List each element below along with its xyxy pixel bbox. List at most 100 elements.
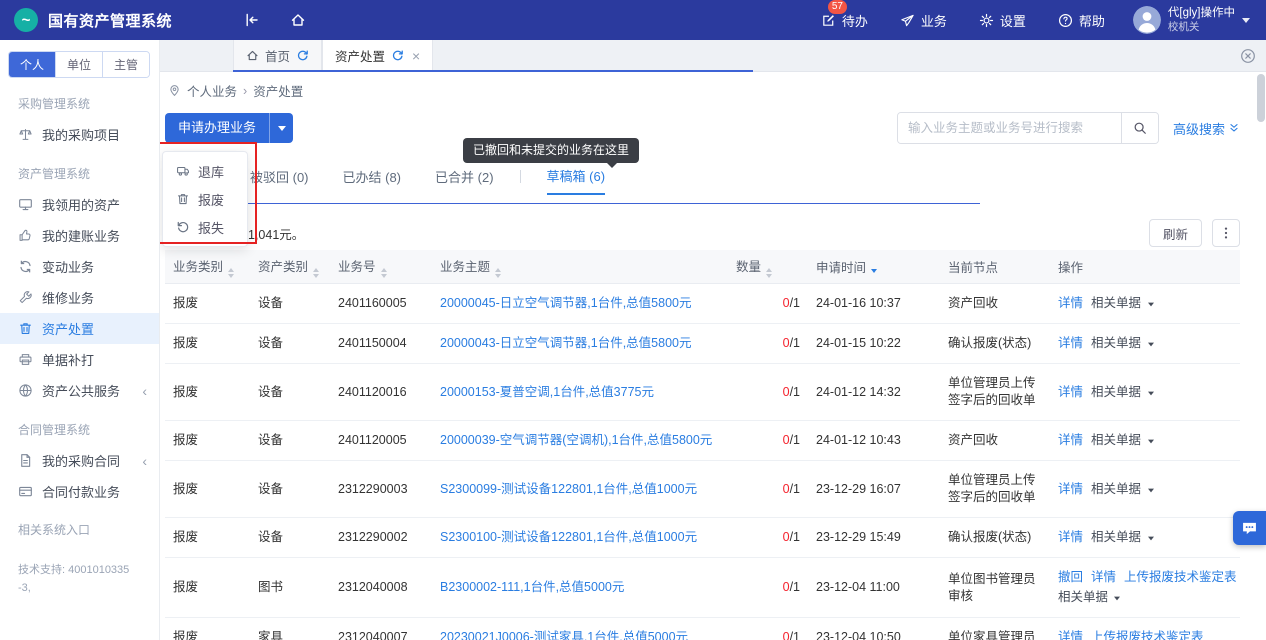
table-row[interactable]: 报废 家具 2312040007 20230021J0006-测试家具,1台件,总值5… — [165, 617, 1240, 640]
sort-icon[interactable] — [228, 267, 235, 278]
caret-down-icon — [1147, 302, 1154, 307]
subject-link[interactable]: 20000039-空气调节器(空调机),1台件,总值5800元 — [440, 433, 712, 447]
chat-button[interactable] — [1233, 511, 1266, 545]
close-all-tabs-icon[interactable] — [1240, 48, 1256, 64]
related-docs-menu[interactable]: 相关单据 — [1058, 590, 1121, 604]
filter-tab-drafts[interactable]: 草稿箱 (6) — [546, 166, 606, 195]
related-docs-menu[interactable]: 相关单据 — [1091, 336, 1154, 350]
sort-icon[interactable] — [380, 267, 387, 278]
scrollbar-thumb[interactable] — [1257, 74, 1265, 122]
cell-apply-time: 24-01-15 10:22 — [808, 323, 940, 364]
action-link[interactable]: 详情 — [1058, 433, 1083, 447]
action-link[interactable]: 详情 — [1058, 630, 1083, 640]
cell-apply-time: 23-12-29 15:49 — [808, 517, 940, 558]
sort-icon[interactable] — [766, 267, 773, 278]
sidebar-item-my-received-assets[interactable]: 我领用的资产 — [0, 189, 159, 220]
header-settings[interactable]: 设置 — [979, 11, 1026, 30]
related-docs-menu[interactable]: 相关单据 — [1091, 530, 1154, 544]
cell-biz-no: 2401120016 — [330, 363, 432, 421]
role-tab-personal[interactable]: 个人 — [9, 52, 56, 77]
page-tab-asset-disposal[interactable]: 资产处置 × — [322, 40, 434, 71]
sidebar-item-contract-payment[interactable]: 合同付款业务 — [0, 476, 159, 507]
subject-link[interactable]: S2300100-测试设备122801,1台件,总值1000元 — [440, 530, 697, 544]
sidebar-item-my-account-business[interactable]: 我的建账业务 — [0, 220, 159, 251]
table-row[interactable]: 报废 设备 2312290002 S2300100-测试设备122801,1台件,总值… — [165, 517, 1240, 558]
column-header-col-biz-no[interactable]: 业务号 — [330, 250, 432, 284]
menu-item-return-storage[interactable]: 退库 — [163, 157, 247, 185]
sidebar-item-asset-disposal[interactable]: 资产处置 — [0, 313, 159, 344]
sidebar-item-change-business[interactable]: 变动业务 — [0, 251, 159, 282]
header-help[interactable]: 帮助 — [1058, 11, 1105, 30]
sidebar-item-asset-public-service[interactable]: 资产公共服务 ‹ — [0, 375, 159, 406]
scrollbar[interactable] — [1257, 74, 1265, 637]
related-docs-menu[interactable]: 相关单据 — [1091, 385, 1154, 399]
menu-item-report-loss[interactable]: 报失 — [163, 213, 247, 241]
table-row[interactable]: 报废 设备 2401120005 20000039-空气调节器(空调机),1台件,总值… — [165, 420, 1240, 461]
subject-link[interactable]: 20230021J0006-测试家具,1台件,总值5000元 — [440, 630, 688, 640]
more-options-button[interactable] — [1212, 219, 1240, 247]
column-header-col-category[interactable]: 业务类别 — [165, 250, 250, 284]
related-docs-menu[interactable]: 相关单据 — [1091, 296, 1154, 310]
action-link[interactable]: 详情 — [1058, 530, 1083, 544]
apply-business-caret[interactable] — [269, 113, 293, 143]
action-link[interactable]: 详情 — [1091, 570, 1116, 584]
sort-icon[interactable] — [313, 267, 320, 278]
sidebar-item-my-procurement-projects[interactable]: 我的采购项目 — [0, 119, 159, 150]
breadcrumb-item-current: 资产处置 — [253, 85, 304, 99]
user-menu[interactable]: 代[gly]操作中 校机关 — [1132, 6, 1250, 34]
column-header-col-subject[interactable]: 业务主题 — [432, 250, 728, 284]
page-tab-home[interactable]: 首页 — [233, 40, 323, 71]
search-button[interactable] — [1120, 113, 1158, 143]
filter-tab-rejected[interactable]: 被驳回 (0) — [250, 167, 309, 194]
action-link[interactable]: 详情 — [1058, 482, 1083, 496]
sidebar-item-receipt-reprint[interactable]: 单据补打 — [0, 344, 159, 375]
related-docs-menu[interactable]: 相关单据 — [1091, 482, 1154, 496]
monitor-icon — [18, 197, 33, 212]
refresh-button[interactable]: 刷新 — [1148, 219, 1202, 247]
action-link[interactable]: 详情 — [1058, 385, 1083, 399]
close-tab-icon[interactable]: × — [412, 49, 420, 63]
advanced-search-link[interactable]: 高级搜索 — [1173, 119, 1240, 138]
breadcrumb-item[interactable]: 个人业务 — [187, 81, 237, 100]
role-tab-supervisor[interactable]: 主管 — [102, 52, 150, 77]
column-header-col-qty[interactable]: 数量 — [728, 250, 808, 284]
sidebar-item-my-procurement-contracts[interactable]: 我的采购合同 ‹ — [0, 445, 159, 476]
cell-actions: 详情 相关单据 — [1050, 420, 1240, 461]
action-link[interactable]: 详情 — [1058, 336, 1083, 350]
subject-link[interactable]: B2300002-111,1台件,总值5000元 — [440, 580, 624, 594]
cell-apply-time: 23-12-04 10:50 — [808, 617, 940, 640]
subject-link[interactable]: S2300099-测试设备122801,1台件,总值1000元 — [440, 482, 697, 496]
apply-business-button[interactable]: 申请办理业务 — [165, 113, 294, 143]
subject-link[interactable]: 20000045-日立空气调节器,1台件,总值5800元 — [440, 296, 691, 310]
table-row[interactable]: 报废 设备 2401150004 20000043-日立空气调节器,1台件,总值580… — [165, 323, 1240, 364]
cell-current-node: 资产回收 — [940, 283, 1050, 324]
filter-tab-merged[interactable]: 已合并 (2) — [435, 167, 494, 194]
home-icon[interactable] — [290, 12, 306, 28]
filter-tab-closed[interactable]: 已办结 (8) — [343, 167, 402, 194]
cell-asset-type: 设备 — [250, 363, 330, 421]
table-row[interactable]: 报废 设备 2401120016 20000153-夏普空调,1台件,总值3775元 0… — [165, 363, 1240, 421]
column-header-col-asset-type[interactable]: 资产类别 — [250, 250, 330, 284]
header-business[interactable]: 业务 — [900, 11, 947, 30]
collapse-sidebar-icon[interactable] — [244, 12, 260, 28]
column-header-col-apply-time[interactable]: 申请时间 — [808, 250, 940, 284]
cell-qty: 0/1 — [728, 460, 808, 518]
sort-icon[interactable] — [871, 269, 878, 273]
sidebar-item-repair-business[interactable]: 维修业务 — [0, 282, 159, 313]
role-tab-unit[interactable]: 单位 — [55, 52, 103, 77]
subject-link[interactable]: 20000043-日立空气调节器,1台件,总值5800元 — [440, 336, 691, 350]
header-todo[interactable]: 57 待办 — [821, 0, 868, 30]
sort-icon[interactable] — [495, 267, 502, 278]
table-row[interactable]: 报废 设备 2401160005 20000045-日立空气调节器,1台件,总值580… — [165, 283, 1240, 324]
action-link[interactable]: 上传报废技术鉴定表 — [1124, 570, 1237, 584]
subject-link[interactable]: 20000153-夏普空调,1台件,总值3775元 — [440, 385, 654, 399]
action-link[interactable]: 上传报废技术鉴定表 — [1091, 630, 1204, 640]
search-input[interactable] — [897, 113, 1121, 143]
table-row[interactable]: 报废 图书 2312040008 B2300002-111,1台件,总值5000元 0/… — [165, 557, 1240, 618]
action-link[interactable]: 撤回 — [1058, 570, 1083, 584]
menu-item-scrap[interactable]: 报废 — [163, 185, 247, 213]
action-link[interactable]: 详情 — [1058, 296, 1083, 310]
related-docs-menu[interactable]: 相关单据 — [1091, 433, 1154, 447]
scale-icon — [18, 127, 33, 142]
table-row[interactable]: 报废 设备 2312290003 S2300099-测试设备122801,1台件,总值… — [165, 460, 1240, 518]
